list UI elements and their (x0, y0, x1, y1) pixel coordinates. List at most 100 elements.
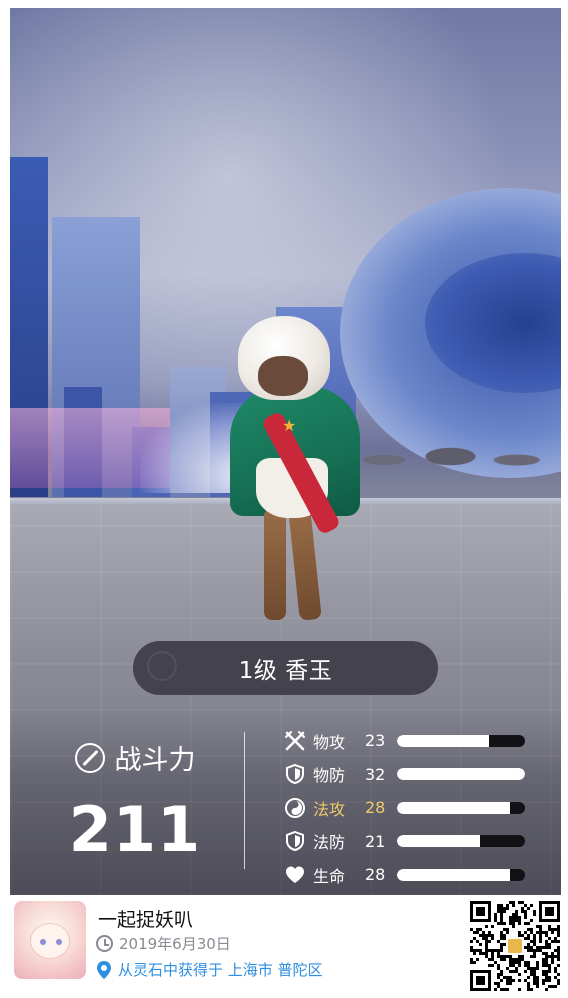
qr-module (503, 988, 506, 991)
stat-row-magic-defense: 法防 21 (283, 825, 533, 859)
qr-module (518, 973, 521, 976)
qr-module (506, 976, 509, 979)
qr-module (500, 913, 503, 916)
qr-module (488, 949, 491, 952)
qr-module (548, 937, 551, 940)
qr-module (539, 934, 542, 937)
shield-icon (283, 762, 307, 786)
qr-module (527, 985, 530, 988)
avatar-eye (40, 939, 46, 945)
qr-module (473, 949, 476, 952)
qr-module (545, 979, 548, 982)
qr-module (554, 928, 557, 931)
qr-module (491, 958, 494, 961)
qr-module (491, 934, 494, 937)
qr-module (497, 949, 500, 952)
qr-module (545, 958, 548, 961)
qr-module (488, 964, 491, 967)
qr-module (539, 949, 542, 952)
qr-module (545, 931, 548, 934)
creature-figure[interactable]: ★ (210, 308, 370, 628)
qr-module (536, 931, 539, 934)
qr-module (551, 928, 554, 931)
qr-module (500, 955, 503, 958)
avatar-face (30, 923, 70, 959)
qr-module (521, 901, 524, 904)
qr-module (512, 916, 515, 919)
qr-module (479, 934, 482, 937)
combat-power-block: 战斗力 211 (40, 738, 230, 866)
qr-module (548, 970, 551, 973)
qr-module (506, 931, 509, 934)
user-avatar[interactable] (14, 901, 86, 979)
clock-icon (96, 935, 113, 952)
star-icon: ★ (282, 416, 297, 435)
qr-module (533, 967, 536, 970)
qr-module (527, 943, 530, 946)
stat-value: 21 (365, 831, 386, 851)
stat-row-physical-attack: 物攻 23 (283, 724, 533, 758)
qr-module (494, 916, 497, 919)
app-title: 一起捉妖叭 (98, 909, 194, 931)
qr-module (494, 982, 497, 985)
qr-module (554, 949, 557, 952)
qr-module (479, 952, 482, 955)
qr-module (485, 949, 488, 952)
stat-row-physical-defense: 物防 32 (283, 758, 533, 792)
qr-module (557, 928, 560, 931)
qr-code[interactable] (470, 901, 560, 991)
qr-module (551, 931, 554, 934)
trees (340, 418, 561, 488)
qr-module (548, 979, 551, 982)
qr-module (533, 970, 536, 973)
stat-label: 生命 (313, 866, 346, 886)
capture-location[interactable]: 从灵石中获得于 上海市 普陀区 (96, 959, 323, 980)
stat-bar (397, 868, 525, 881)
qr-module (518, 964, 521, 967)
qr-module (557, 952, 560, 955)
qr-module (497, 985, 500, 988)
qr-module (542, 931, 545, 934)
qr-module (515, 958, 518, 961)
qr-module (497, 955, 500, 958)
qr-module (548, 967, 551, 970)
qr-module (524, 904, 527, 907)
qr-module (527, 982, 530, 985)
qr-module (500, 988, 503, 991)
stat-label: 物攻 (313, 732, 346, 752)
qr-finder (545, 907, 554, 916)
qr-module (527, 946, 530, 949)
qr-module (554, 976, 557, 979)
qr-module (557, 949, 560, 952)
qr-module (491, 949, 494, 952)
swirl-icon (283, 796, 307, 820)
qr-module (497, 973, 500, 976)
stat-bar-fill (397, 868, 510, 881)
qr-module (485, 925, 488, 928)
qr-module (512, 901, 515, 904)
qr-module (524, 913, 527, 916)
qr-module (512, 904, 515, 907)
stat-bar (397, 734, 525, 747)
location-pin-icon (96, 960, 112, 980)
qr-module (518, 988, 521, 991)
combat-power-value: 211 (68, 793, 202, 866)
creature-name-pill: 1级 香玉 (133, 641, 438, 695)
qr-module (506, 904, 509, 907)
qr-module (494, 988, 497, 991)
qr-module (509, 901, 512, 904)
qr-module (536, 979, 539, 982)
qr-module (557, 973, 560, 976)
qr-module (488, 958, 491, 961)
qr-module (506, 982, 509, 985)
qr-module (485, 940, 488, 943)
qr-module (515, 916, 518, 919)
qr-finder (476, 907, 485, 916)
stat-value: 28 (365, 865, 386, 885)
qr-module (491, 925, 494, 928)
qr-module (545, 946, 548, 949)
qr-module (497, 976, 500, 979)
qr-module (542, 982, 545, 985)
qr-module (482, 952, 485, 955)
qr-module (542, 979, 545, 982)
